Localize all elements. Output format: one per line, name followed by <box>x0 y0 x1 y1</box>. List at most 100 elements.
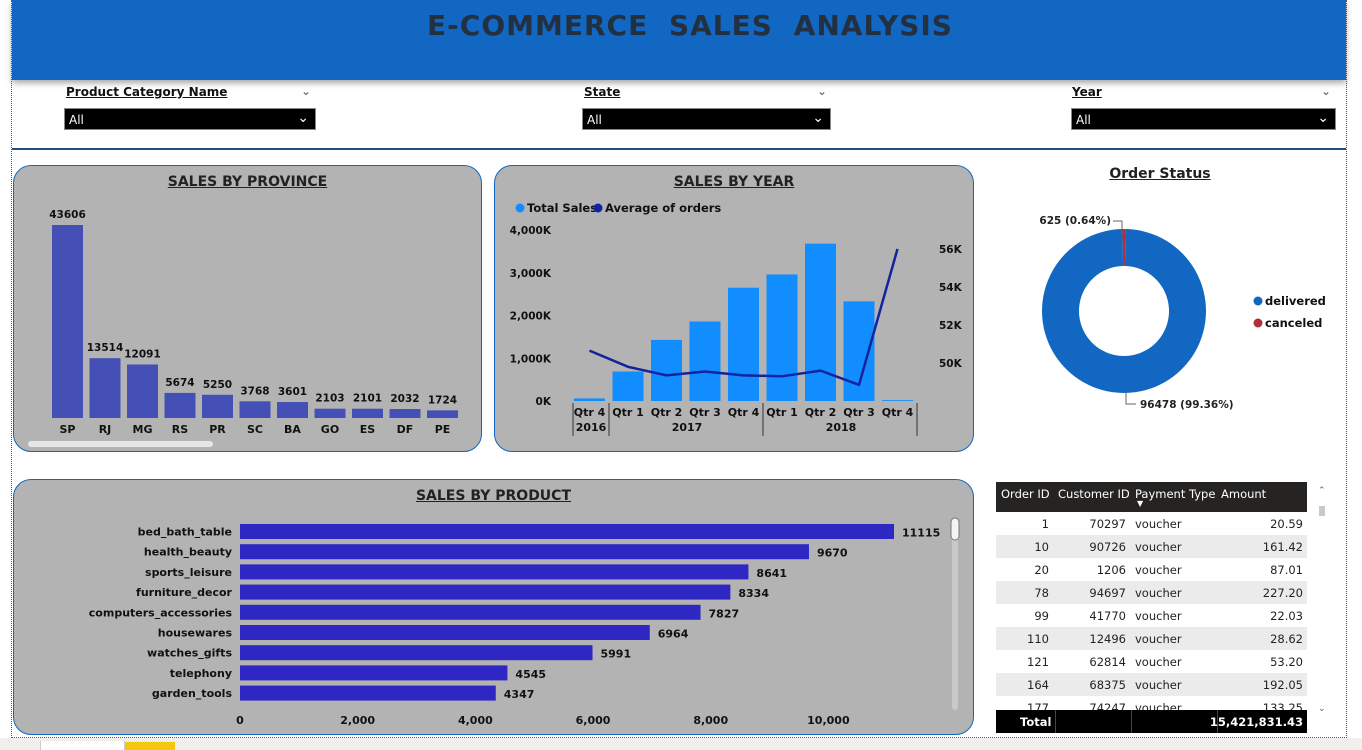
order-status-visual: Order Status 625 (0.64%) 96478 (99.36%) de… <box>990 160 1330 450</box>
table-scrollbar[interactable]: ⌃ ⌄ <box>1316 486 1328 718</box>
sort-desc-icon[interactable]: ▼ <box>1137 499 1143 508</box>
product-chart-panel: SALES BY PRODUCT bed_bath_table 11115 heal… <box>13 479 974 735</box>
column-header-customer-id[interactable]: Customer ID <box>1058 487 1130 501</box>
x-tick-label: Qtr 4 <box>574 406 606 419</box>
product-bar <box>240 604 701 620</box>
province-bar <box>89 358 121 418</box>
year-combo-chart: Total Sales Average of orders 4,000K 3,000K… <box>510 201 963 436</box>
province-bar <box>314 408 346 418</box>
cell-amount: 22.03 <box>1270 609 1303 623</box>
y-right-tick-label: 54K <box>939 282 963 294</box>
table-row[interactable]: 110 12496 voucher 28.62 <box>996 627 1307 650</box>
y-tick-label: watches_gifts <box>147 647 232 660</box>
chevron-down-icon[interactable]: ⌄ <box>301 84 311 98</box>
column-header-payment-type[interactable]: Payment Type <box>1135 487 1215 501</box>
x-tick-label: PE <box>435 423 451 436</box>
data-label: 6964 <box>658 628 689 641</box>
vertical-scrollbar-thumb <box>950 517 960 541</box>
data-label: 3601 <box>278 386 307 398</box>
order-status-donut: 625 (0.64%) 96478 (99.36%) delivered cancel… <box>1039 215 1326 411</box>
province-bar <box>52 225 83 418</box>
product-bar <box>240 645 593 661</box>
cell-amount: 133.25 <box>1262 701 1303 710</box>
data-label: 13514 <box>87 342 124 354</box>
cell-amount: 28.62 <box>1270 632 1303 646</box>
x-tick-label: ES <box>360 423 376 436</box>
data-label: 5674 <box>165 377 194 389</box>
total-sales-bar <box>689 321 721 401</box>
province-bar <box>239 401 271 418</box>
product-bar <box>240 665 508 681</box>
scrollbar-thumb[interactable] <box>1319 506 1325 516</box>
chevron-down-icon[interactable]: ⌄ <box>817 84 827 98</box>
chevron-down-icon[interactable]: ⌄ <box>1321 84 1331 98</box>
data-label: 2101 <box>353 393 382 405</box>
dropdown-value: All <box>69 113 84 127</box>
cell-order-id: 121 <box>1027 655 1049 669</box>
cell-payment-type: voucher <box>1135 540 1182 554</box>
leader-line <box>1125 391 1136 405</box>
cell-payment-type: voucher <box>1135 586 1182 600</box>
column-divider <box>1131 710 1132 733</box>
column-header-amount[interactable]: Amount <box>1221 487 1266 501</box>
cell-amount: 192.05 <box>1262 678 1303 692</box>
product-bar <box>240 685 496 701</box>
total-sales-bar <box>882 400 913 401</box>
x-tick-label: 10,000 <box>807 714 850 727</box>
data-label: 7827 <box>709 607 740 620</box>
cell-customer-id: 94697 <box>1089 586 1126 600</box>
product-category-slicer-label: Product Category Name <box>66 85 228 99</box>
section-divider <box>12 148 1346 150</box>
product-category-dropdown[interactable]: All ⌄ <box>64 108 316 130</box>
cell-amount: 53.20 <box>1270 655 1303 669</box>
y-tick-label: computers_accessories <box>89 606 233 619</box>
y-right-tick-label: 56K <box>939 244 963 256</box>
table-header: Order ID Customer ID Payment Type ▼ Amou… <box>996 482 1307 512</box>
total-sales-bar <box>612 371 644 401</box>
total-sales-bar <box>651 339 682 401</box>
x-tick-label: Qtr 2 <box>651 406 683 419</box>
province-bar-chart: 43606 SP 13514 RJ 12091 MG 5674 RS 5250 PR 3768 SC 3… <box>28 209 458 447</box>
page-tab[interactable] <box>40 741 125 750</box>
table-row[interactable]: 1 70297 voucher 20.59 <box>996 512 1307 535</box>
cell-payment-type: voucher <box>1135 517 1182 531</box>
page-tab-new[interactable] <box>125 742 175 750</box>
scroll-down-icon[interactable]: ⌄ <box>1318 704 1326 714</box>
total-sales-bar <box>574 398 605 401</box>
x-tick-label: BA <box>284 423 301 436</box>
table-row[interactable]: 99 41770 voucher 22.03 <box>996 604 1307 627</box>
data-label: 43606 <box>49 209 86 221</box>
data-label: 11115 <box>902 527 940 540</box>
table-row[interactable]: 20 1206 voucher 87.01 <box>996 558 1307 581</box>
year-dropdown[interactable]: All ⌄ <box>1071 108 1336 130</box>
x-tick-label: DF <box>397 423 414 436</box>
table-row[interactable]: 177 74247 voucher 133.25 <box>996 696 1307 710</box>
legend-label: canceled <box>1265 316 1322 330</box>
dropdown-value: All <box>1076 113 1091 127</box>
column-header-order-id[interactable]: Order ID <box>1001 487 1050 501</box>
product-bar <box>240 584 731 600</box>
cell-order-id: 1 <box>1041 517 1049 531</box>
cell-order-id: 110 <box>1027 632 1049 646</box>
table-row[interactable]: 78 94697 voucher 227.20 <box>996 581 1307 604</box>
cell-payment-type: voucher <box>1135 701 1182 710</box>
data-label: 4347 <box>504 688 535 701</box>
legend-label: Total Sales <box>527 201 597 215</box>
year-slicer-label: Year <box>1072 85 1102 99</box>
x-tick-label: RJ <box>99 423 112 436</box>
table-row[interactable]: 121 62814 voucher 53.20 <box>996 650 1307 673</box>
year-label: 2016 <box>576 421 607 434</box>
cell-order-id: 177 <box>1027 701 1049 710</box>
cell-customer-id: 70297 <box>1089 517 1126 531</box>
table-row[interactable]: 164 68375 voucher 192.05 <box>996 673 1307 696</box>
state-dropdown[interactable]: All ⌄ <box>582 108 831 130</box>
legend-label: delivered <box>1265 294 1326 308</box>
x-tick-label: 6,000 <box>576 714 611 727</box>
scroll-up-icon[interactable]: ⌃ <box>1318 486 1326 496</box>
cell-payment-type: voucher <box>1135 609 1182 623</box>
x-tick-label: Qtr 4 <box>882 406 914 419</box>
table-row[interactable]: 10 90726 voucher 161.42 <box>996 535 1307 558</box>
y-tick-label: bed_bath_table <box>138 526 232 539</box>
chevron-down-icon: ⌄ <box>812 110 824 126</box>
page-title: E-COMMERCE SALES ANALYSIS <box>427 9 953 42</box>
